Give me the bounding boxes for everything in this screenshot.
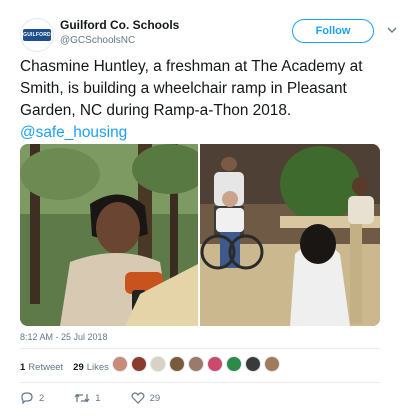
- retweet-count: 1: [95, 392, 101, 404]
- liker-avatar[interactable]: [264, 356, 280, 372]
- heart-icon: [131, 392, 145, 404]
- reply-button[interactable]: 2: [20, 391, 44, 405]
- school-logo: GUILFORD: [23, 29, 51, 41]
- tweet-body: Chasmine Huntley, a freshman at The Acad…: [20, 58, 363, 119]
- account-name[interactable]: Guilford Co. Schools: [60, 18, 179, 32]
- liker-avatar[interactable]: [131, 356, 147, 372]
- photo-wheelchair-ramp-image: [200, 144, 380, 326]
- photo-student-drilling[interactable]: [20, 144, 198, 326]
- photo-wheelchair-ramp[interactable]: [200, 144, 380, 326]
- divider: [20, 348, 380, 349]
- avatar[interactable]: GUILFORD: [20, 18, 54, 52]
- retweet-button[interactable]: 1: [74, 391, 101, 405]
- likes-stat[interactable]: 29 Likes: [73, 362, 109, 373]
- like-count: 29: [149, 392, 161, 404]
- liker-avatar[interactable]: [226, 356, 242, 372]
- retweet-icon: [74, 393, 90, 403]
- mention-link[interactable]: @safe_housing: [20, 124, 127, 141]
- liker-avatar[interactable]: [169, 356, 185, 372]
- photo-student-drilling-image: [20, 144, 198, 326]
- reply-icon: [21, 392, 33, 405]
- reply-count: 2: [39, 392, 45, 404]
- like-button[interactable]: 29: [131, 391, 161, 405]
- retweet-stat-label: Retweet: [28, 361, 64, 373]
- tweet-stats: 1 Retweet 29 Likes: [20, 358, 119, 376]
- liker-avatar[interactable]: [207, 356, 223, 372]
- likes-stat-count: 29: [73, 361, 84, 373]
- tweet-timestamp[interactable]: 8:12 AM - 25 Jul 2018: [20, 332, 108, 342]
- liker-avatar[interactable]: [150, 356, 166, 372]
- tweet-actions: 2 1 29: [20, 390, 190, 406]
- chevron-down-icon[interactable]: [386, 24, 398, 36]
- liker-avatar[interactable]: [112, 356, 128, 372]
- tweet-header: GUILFORD Guilford Co. Schools @GCSchools…: [20, 14, 397, 52]
- liker-avatars: [112, 356, 280, 376]
- likes-stat-label: Likes: [86, 361, 109, 373]
- liker-avatar[interactable]: [188, 356, 204, 372]
- divider: [20, 382, 380, 383]
- photo-grid: [20, 144, 380, 326]
- retweet-stat-count: 1: [20, 361, 26, 373]
- account-handle[interactable]: @GCSchoolsNC: [60, 35, 135, 46]
- liker-avatar[interactable]: [245, 356, 261, 372]
- tweet-text: Chasmine Huntley, a freshman at The Acad…: [20, 56, 390, 144]
- logo-text: GUILFORD: [23, 32, 51, 38]
- retweet-stat[interactable]: 1 Retweet: [20, 362, 63, 373]
- follow-button[interactable]: Follow: [292, 19, 374, 43]
